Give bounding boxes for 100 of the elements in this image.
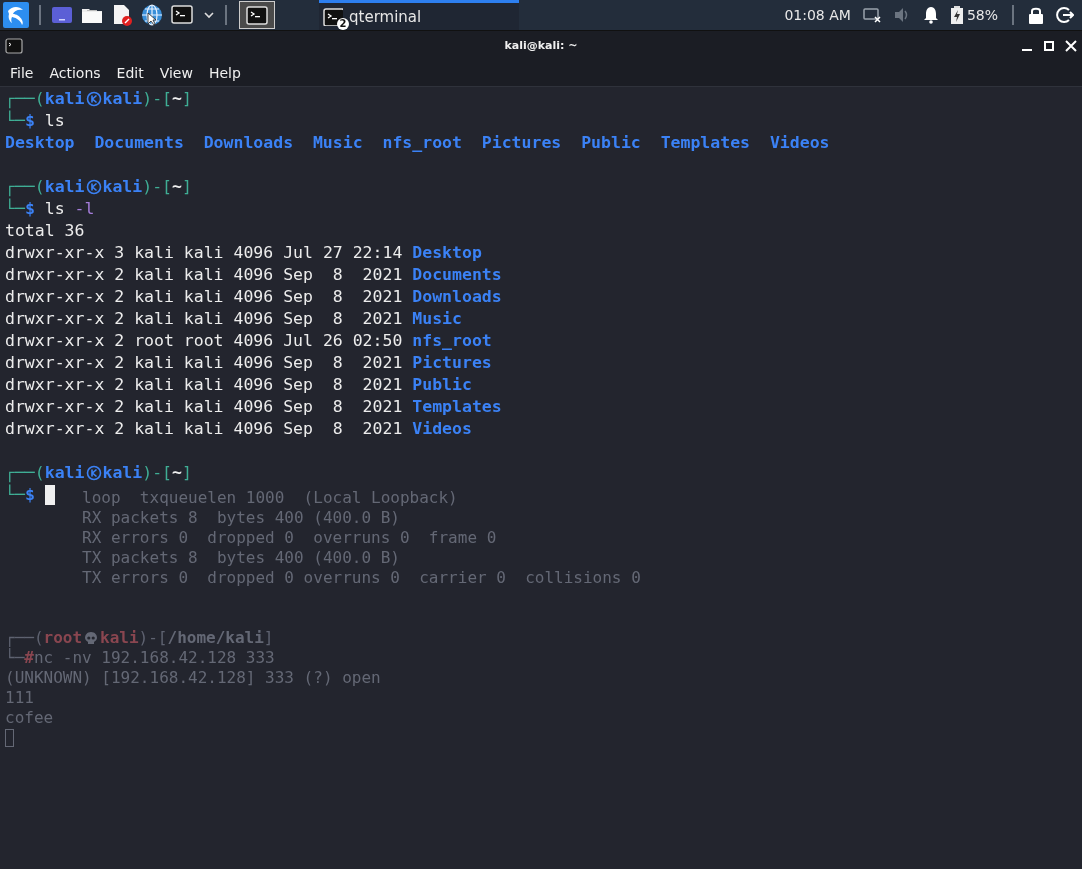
prompt-frame: ]: [182, 88, 192, 110]
menu-item[interactable]: View: [159, 65, 193, 81]
directory-name: Documents: [412, 264, 502, 286]
prompt-host: kali: [102, 176, 143, 198]
battery-percentage: 58%: [966, 7, 998, 23]
globe-icon[interactable]: [141, 4, 163, 26]
background-output-text: TX packets 8 bytes 400 (400.0 B): [82, 548, 400, 568]
menu-item[interactable]: Edit: [116, 65, 144, 81]
close-icon[interactable]: [1065, 39, 1077, 52]
prompt-user: kali: [44, 176, 85, 198]
directory-name: Videos: [412, 418, 472, 440]
output-text: drwxr-xr-x 2 kali kali 4096 Sep 8 2021: [5, 286, 404, 308]
prompt-path: ~: [172, 88, 182, 110]
command-text: ls: [44, 198, 65, 220]
output-text: drwxr-xr-x 2 root root 4096 Jul 26 02:50: [5, 330, 404, 352]
menu-item[interactable]: Help: [208, 65, 241, 81]
background-prompt-frame: )-[: [138, 628, 168, 648]
output-text: drwxr-xr-x 2 kali kali 4096 Sep 8 2021: [5, 374, 404, 396]
background-prompt-frame: ]: [263, 628, 274, 648]
directory-name: Templates: [660, 132, 751, 154]
directory-name: Desktop: [412, 242, 482, 264]
directory-name: Music: [412, 308, 462, 330]
maximize-icon[interactable]: [1043, 39, 1055, 52]
directory-name: Music: [312, 132, 363, 154]
prompt-frame: )-[: [142, 462, 173, 484]
prompt-user: kali: [44, 88, 85, 110]
background-prompt-frame: └─: [5, 648, 25, 668]
prompt-symbol: $: [24, 111, 35, 132]
directory-name: Templates: [412, 396, 502, 418]
prompt-frame: ]: [182, 462, 192, 484]
circled-k-icon: [85, 179, 102, 195]
prompt-frame: └─: [5, 110, 25, 132]
prompt-path: ~: [172, 176, 182, 198]
circled-k-icon: [85, 91, 102, 107]
prompt-host: kali: [102, 462, 143, 484]
caret-icon[interactable]: [203, 10, 215, 20]
dragon-logo-icon[interactable]: [3, 2, 29, 28]
directory-name: Pictures: [481, 132, 562, 154]
background-output-text: RX errors 0 dropped 0 overruns 0 frame 0: [82, 528, 497, 548]
prompt-frame: ]: [182, 176, 192, 198]
skull-icon: [84, 631, 99, 645]
prompt-frame: )-[: [142, 176, 173, 198]
background-output-text: TX errors 0 dropped 0 overruns 0 carrier 0 collisions 0: [82, 568, 641, 588]
desktop-icon[interactable]: [51, 5, 73, 25]
background-output-text: loop txqueuelen 1000 (Local Loopback): [82, 488, 458, 508]
background-output-text: RX packets 8 bytes 400 (400.0 B): [82, 508, 400, 528]
background-output-text: 111: [5, 688, 34, 708]
prompt-symbol: $: [24, 199, 35, 220]
output-text: drwxr-xr-x 2 kali kali 4096 Sep 8 2021: [5, 308, 404, 330]
background-command-args: 192.168.42.128 333: [101, 648, 275, 668]
window-switch-button[interactable]: [239, 1, 275, 29]
background-prompt-symbol: #: [24, 648, 34, 668]
circled-k-icon: [85, 465, 102, 481]
output-text: total 36: [5, 220, 85, 242]
menu-item[interactable]: File: [10, 65, 34, 81]
prompt-frame: ┌──(: [5, 88, 45, 110]
output-text: drwxr-xr-x 2 kali kali 4096 Sep 8 2021: [5, 352, 404, 374]
background-prompt-frame: ┌──(: [5, 628, 44, 648]
background-output-text: (UNKNOWN) [192.168.42.128] 333 (?) open: [5, 668, 381, 688]
output-text: drwxr-xr-x 2 kali kali 4096 Sep 8 2021: [5, 264, 404, 286]
command-text: ls: [44, 110, 65, 132]
directory-name: Videos: [769, 132, 830, 154]
prompt-frame: ┌──(: [5, 462, 45, 484]
terminal-icon: [246, 4, 268, 26]
directory-name: Downloads: [412, 286, 502, 308]
bell-icon[interactable]: [922, 6, 939, 24]
background-command-text: nc: [33, 648, 54, 668]
directory-name: Documents: [94, 132, 184, 154]
background-output-text: cofee: [5, 708, 54, 728]
prompt-frame: └─: [5, 484, 25, 506]
clock[interactable]: 01:08 AM: [784, 7, 851, 23]
background-prompt-host: kali: [100, 628, 139, 648]
background-prompt-user: root: [43, 628, 83, 648]
count-badge: 2: [337, 18, 349, 30]
terminal-icon[interactable]: [171, 4, 195, 26]
background-prompt-path: /home/kali: [167, 628, 264, 648]
logout-icon[interactable]: [1056, 6, 1074, 24]
lock-icon[interactable]: [1028, 6, 1044, 24]
directory-name: Public: [412, 374, 472, 396]
terminal-icon: [5, 37, 23, 54]
prompt-frame: )-[: [142, 88, 173, 110]
background-cursor: [5, 729, 14, 747]
battery-icon[interactable]: [950, 6, 963, 24]
menu-item[interactable]: Actions: [49, 65, 101, 81]
prompt-path: ~: [172, 462, 182, 484]
display-icon[interactable]: [862, 7, 881, 23]
text-editor-icon[interactable]: [111, 4, 133, 26]
output-text: drwxr-xr-x 2 kali kali 4096 Sep 8 2021: [5, 396, 404, 418]
text-cursor: [44, 485, 55, 505]
directory-name: Downloads: [203, 132, 294, 154]
prompt-frame: ┌──(: [5, 176, 45, 198]
directory-name: nfs_root: [382, 132, 462, 154]
directory-name: Pictures: [412, 352, 492, 374]
directory-name: Public: [581, 132, 641, 154]
prompt-host: kali: [102, 88, 143, 110]
background-command-option: -nv: [62, 648, 92, 668]
window-title: kali@kali: ~: [504, 39, 578, 52]
command-option: -l: [74, 198, 95, 220]
prompt-frame: └─: [5, 198, 25, 220]
prompt-symbol: $: [24, 485, 35, 506]
